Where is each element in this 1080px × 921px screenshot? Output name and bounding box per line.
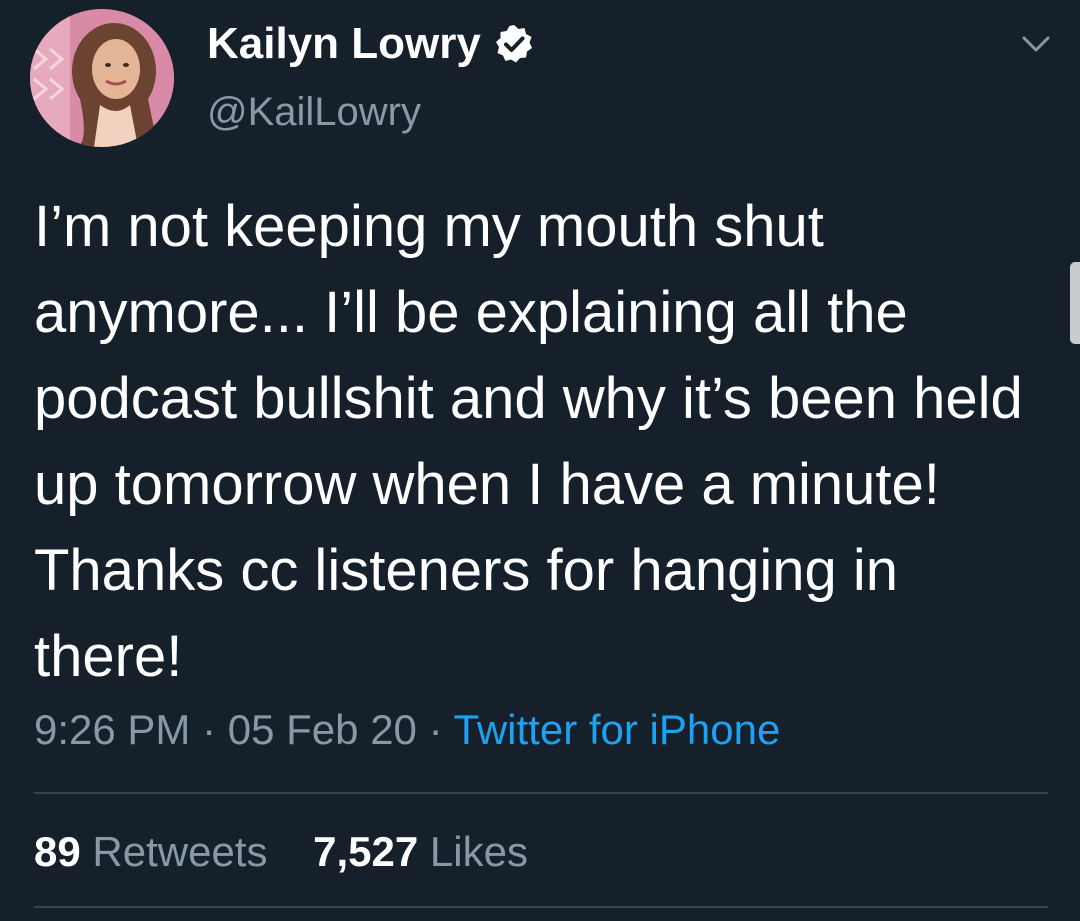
tweet-time[interactable]: 9:26 PM	[34, 706, 190, 753]
meta-separator: ·	[428, 706, 443, 753]
likes-stat[interactable]: 7,527 Likes	[313, 826, 528, 878]
retweets-stat[interactable]: 89 Retweets	[34, 826, 267, 878]
likes-count: 7,527	[313, 828, 419, 875]
divider	[34, 906, 1048, 908]
scrollbar[interactable]	[1070, 262, 1080, 344]
tweet-metadata: 9:26 PM · 05 Feb 20 · Twitter for iPhone	[34, 704, 780, 756]
tweet-date[interactable]: 05 Feb 20	[228, 706, 417, 753]
tweet-stats: 89 Retweets 7,527 Likes	[34, 826, 562, 878]
tweet-text: I’m not keeping my mouth shut anymore...…	[34, 194, 1023, 689]
tweet-source-link[interactable]: Twitter for iPhone	[454, 706, 781, 753]
author-display-name[interactable]: Kailyn Lowry	[207, 18, 535, 70]
likes-label: Likes	[429, 828, 528, 875]
avatar[interactable]	[30, 9, 174, 147]
display-name-text: Kailyn Lowry	[207, 19, 481, 68]
retweets-label: Retweets	[92, 828, 268, 875]
tweet-detail: Kailyn Lowry @KailLowry I’m not keeping …	[0, 0, 1080, 921]
author-handle[interactable]: @KailLowry	[207, 88, 421, 136]
meta-separator: ·	[202, 706, 217, 753]
divider	[34, 792, 1048, 794]
chevron-down-icon[interactable]	[1014, 28, 1058, 60]
avatar-photo	[30, 9, 174, 147]
retweets-count: 89	[34, 828, 81, 875]
verified-badge-icon	[493, 23, 535, 65]
